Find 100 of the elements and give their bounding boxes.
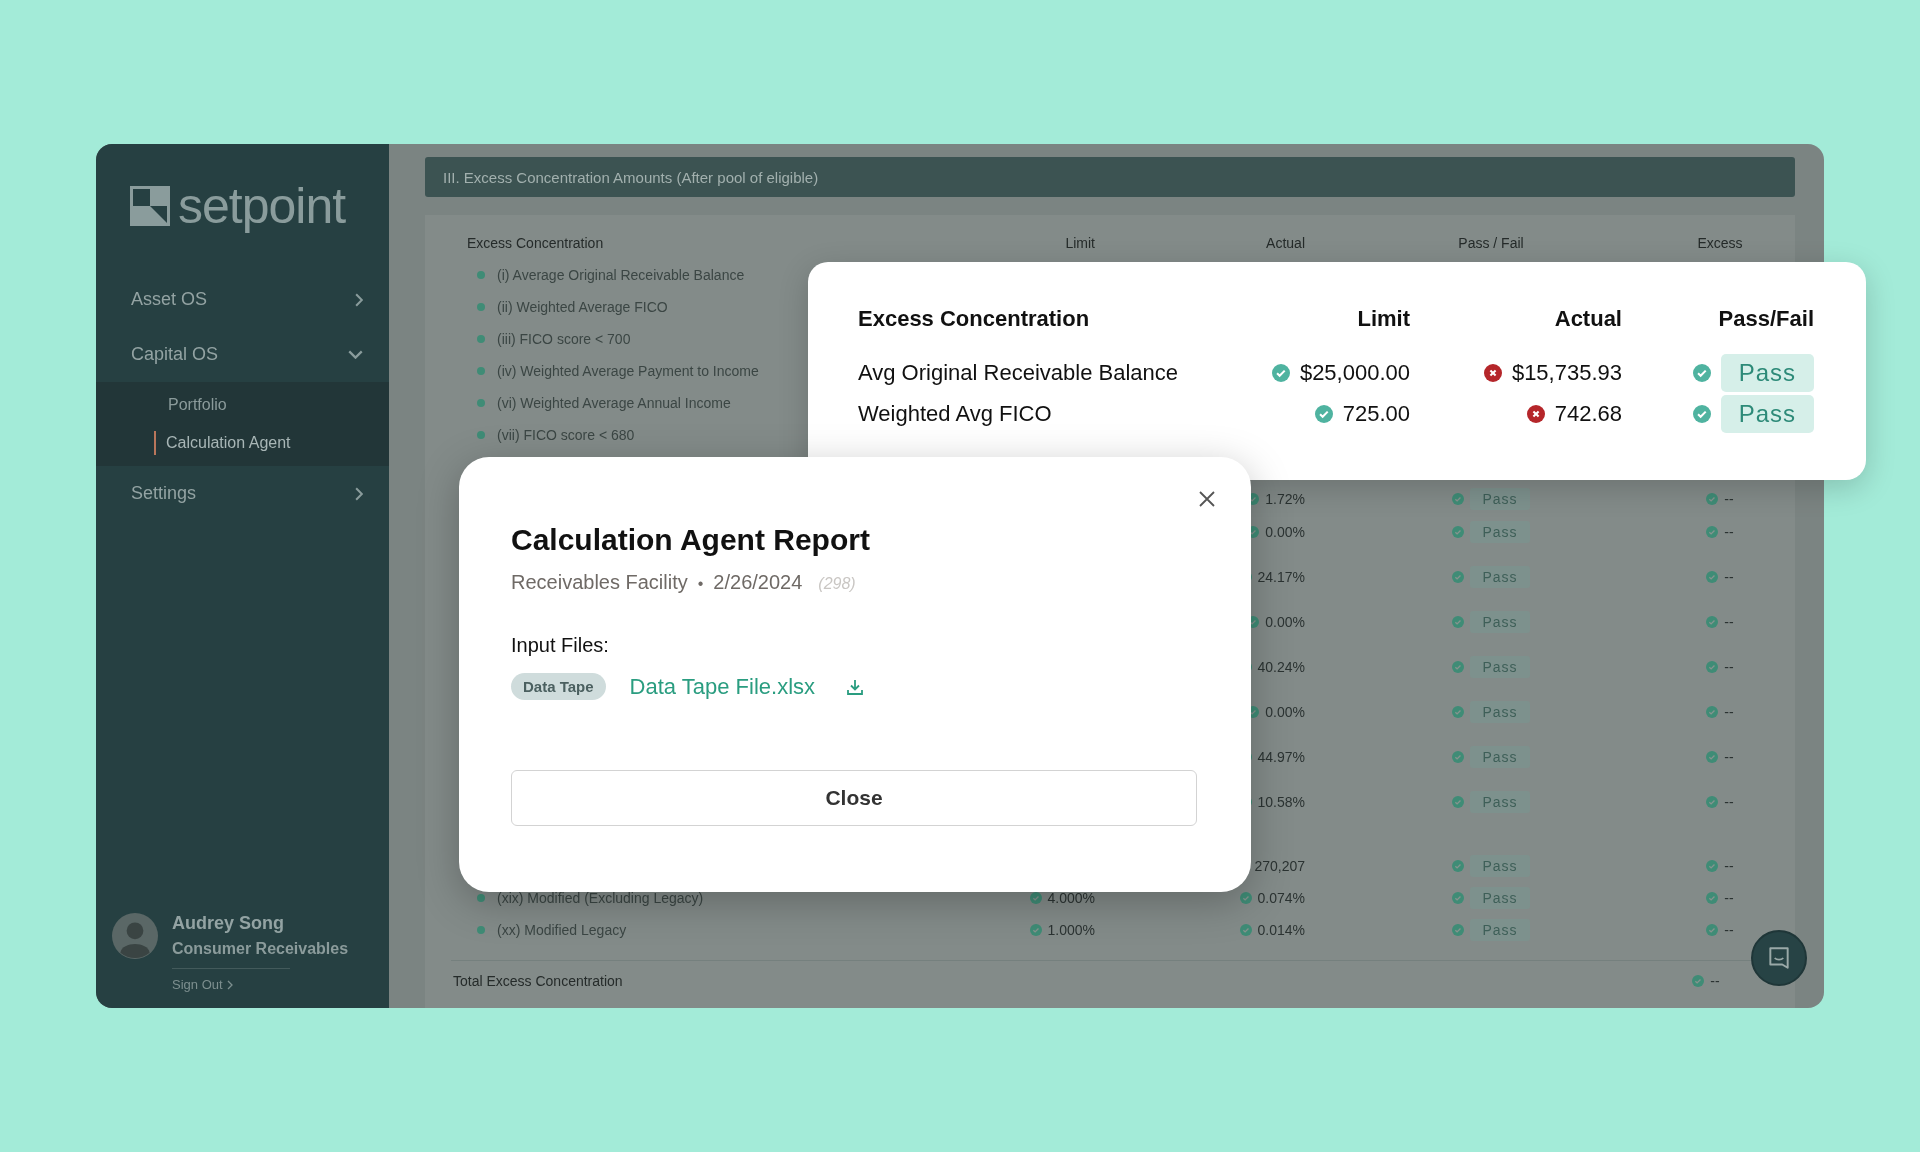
row-label: (xx) Modified Legacy bbox=[497, 922, 627, 938]
excess-value: -- bbox=[1724, 704, 1734, 720]
excess-value: -- bbox=[1724, 922, 1734, 938]
column-header: Excess bbox=[1696, 235, 1744, 251]
check-circle-icon bbox=[1706, 571, 1719, 583]
check-circle-icon bbox=[1706, 706, 1719, 718]
column-header: Pass/Fail bbox=[1717, 306, 1814, 332]
row-label: Avg Original Receivable Balance bbox=[858, 359, 1179, 386]
check-circle-icon bbox=[1706, 892, 1719, 904]
column-header: Limit bbox=[1064, 235, 1096, 251]
actual-value: 270,207 bbox=[1254, 858, 1305, 874]
actual-value: $15,735.93 bbox=[1511, 359, 1622, 386]
status-badge: Pass bbox=[1470, 611, 1530, 633]
excess-value: -- bbox=[1724, 491, 1734, 507]
actual-value: 1.72% bbox=[1265, 491, 1305, 507]
check-circle-icon bbox=[1706, 661, 1719, 673]
excess-value: -- bbox=[1724, 858, 1734, 874]
status-badge: Pass bbox=[1470, 746, 1530, 768]
check-circle-icon bbox=[1706, 796, 1719, 808]
excess-value: -- bbox=[1724, 749, 1734, 765]
limit-value: 725.00 bbox=[1342, 400, 1410, 427]
check-circle-icon bbox=[1706, 493, 1719, 505]
status-badge: Pass bbox=[1470, 919, 1530, 941]
status-badge: Pass bbox=[1470, 488, 1530, 510]
nav-item[interactable]: Capital OS bbox=[96, 327, 389, 382]
chevron-right-icon bbox=[226, 979, 233, 990]
limit-value: 1.000% bbox=[1047, 922, 1095, 938]
excess-value: -- bbox=[1724, 890, 1734, 906]
bullet-icon bbox=[477, 926, 485, 934]
actual-value: 44.97% bbox=[1257, 749, 1305, 765]
column-header: Excess Concentration bbox=[858, 306, 1091, 332]
nav-item[interactable]: Settings bbox=[96, 466, 389, 521]
check-circle-icon bbox=[1706, 526, 1719, 538]
file-link[interactable]: Data Tape File.xlsx bbox=[629, 673, 816, 700]
check-circle-icon bbox=[1706, 860, 1719, 872]
excess-value: -- bbox=[1724, 524, 1734, 540]
actual-value: 24.17% bbox=[1257, 569, 1305, 585]
row-label: (iii) FICO score < 700 bbox=[497, 331, 631, 347]
total-label: Total Excess Concentration bbox=[453, 973, 624, 989]
close-button[interactable]: Close bbox=[511, 770, 1197, 826]
actual-value: 0.074% bbox=[1257, 890, 1305, 906]
facility-name: Receivables Facility bbox=[511, 571, 688, 594]
submenu-item[interactable]: Portfolio bbox=[156, 386, 389, 424]
actual-value: 0.00% bbox=[1265, 524, 1305, 540]
actual-value: 742.68 bbox=[1554, 400, 1622, 427]
record-count: (298) bbox=[818, 575, 856, 593]
row-label: (vii) FICO score < 680 bbox=[497, 427, 635, 443]
avatar-icon bbox=[112, 913, 158, 959]
section-label: Input Files: bbox=[511, 634, 610, 657]
actual-value: 10.58% bbox=[1257, 794, 1305, 810]
limit-value: $25,000.00 bbox=[1299, 359, 1410, 386]
bullet-icon bbox=[477, 399, 485, 407]
dialog-title: Calculation Agent Report bbox=[511, 523, 871, 557]
submenu-item[interactable]: Calculation Agent bbox=[154, 431, 389, 455]
column-header: Excess Concentration bbox=[467, 235, 605, 251]
column-header: Actual bbox=[1553, 306, 1622, 332]
bullet-icon bbox=[477, 271, 485, 279]
section-header: III. Excess Concentration Amounts (After pool of eligible) bbox=[425, 157, 1795, 197]
row-label: Weighted Avg FICO bbox=[858, 400, 1053, 427]
status-badge: Pass bbox=[1470, 656, 1530, 678]
user-name: Audrey Song bbox=[172, 913, 285, 934]
row-label: (xix) Modified (Excluding Legacy) bbox=[497, 890, 704, 906]
excess-value: -- bbox=[1724, 659, 1734, 675]
excess-value: -- bbox=[1724, 569, 1734, 585]
report-date: 2/26/2024 bbox=[713, 571, 803, 594]
check-circle-icon bbox=[1706, 751, 1719, 763]
excess-value: -- bbox=[1724, 614, 1734, 630]
logo-wordmark: setpoint bbox=[178, 181, 346, 231]
user-team: Consumer Receivables bbox=[172, 940, 349, 958]
status-badge: Pass bbox=[1720, 394, 1814, 433]
check-circle-icon bbox=[1706, 924, 1719, 936]
actual-value: 0.014% bbox=[1257, 922, 1305, 938]
limit-value: 4.000% bbox=[1047, 890, 1095, 906]
bullet-icon bbox=[477, 335, 485, 343]
close-icon[interactable] bbox=[1197, 489, 1217, 509]
bullet-icon bbox=[477, 367, 485, 375]
status-badge: Pass bbox=[1470, 791, 1530, 813]
check-circle-icon bbox=[1029, 924, 1042, 936]
file-tag: Data Tape bbox=[511, 673, 606, 700]
check-circle-icon bbox=[1239, 924, 1252, 936]
actual-value: 40.24% bbox=[1257, 659, 1305, 675]
check-circle-icon bbox=[1239, 892, 1252, 904]
row-label: (i) Average Original Receivable Balance bbox=[497, 267, 745, 283]
chat-bubble-icon bbox=[1766, 945, 1792, 971]
sign-out-link[interactable]: Sign Out bbox=[172, 977, 349, 992]
excess-value: -- bbox=[1710, 973, 1720, 989]
check-circle-icon bbox=[1706, 616, 1719, 628]
row-label: (vi) Weighted Average Annual Income bbox=[497, 395, 731, 411]
check-circle-icon bbox=[1029, 892, 1042, 904]
logo-icon bbox=[130, 186, 170, 226]
status-badge: Pass bbox=[1470, 855, 1530, 877]
column-header: Limit bbox=[1356, 306, 1410, 332]
column-header: Actual bbox=[1265, 235, 1305, 251]
nav-item[interactable]: Asset OS bbox=[96, 272, 389, 327]
bullet-icon bbox=[477, 303, 485, 311]
actual-value: 0.00% bbox=[1265, 704, 1305, 720]
status-badge: Pass bbox=[1720, 353, 1814, 392]
bullet-icon bbox=[477, 894, 485, 902]
status-badge: Pass bbox=[1470, 701, 1530, 723]
row-label: (iv) Weighted Average Payment to Income bbox=[497, 363, 759, 379]
